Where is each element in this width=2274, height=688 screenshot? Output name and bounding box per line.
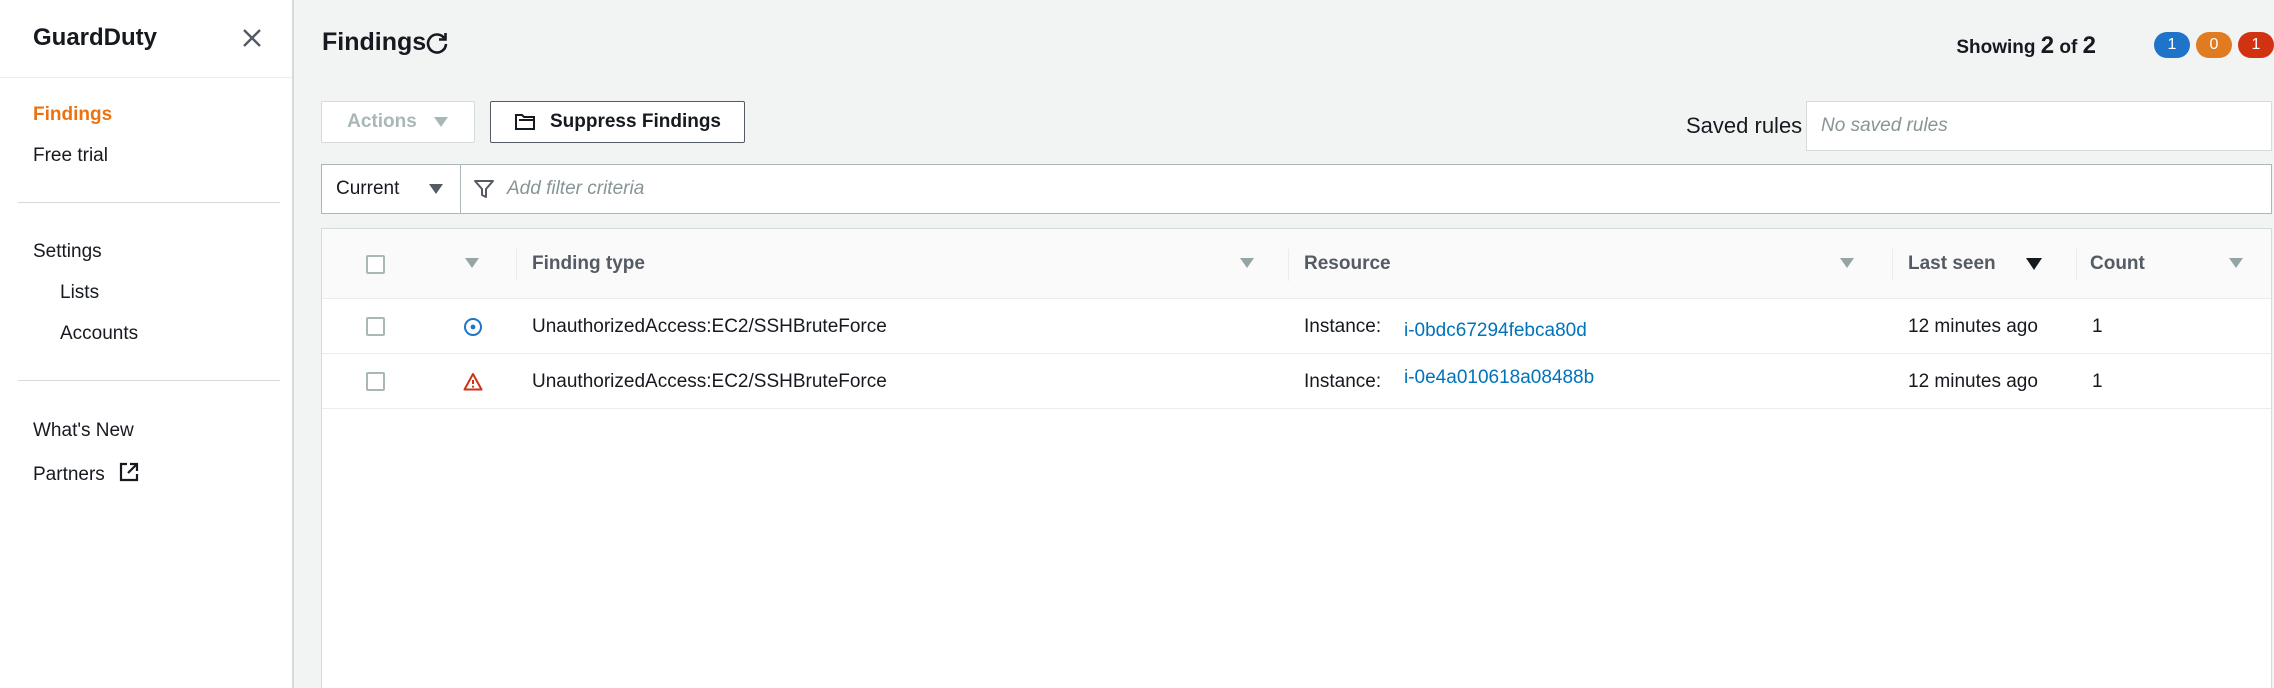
column-finding-type[interactable]: Finding type bbox=[532, 229, 645, 299]
table-row[interactable]: UnauthorizedAccess:EC2/SSHBruteForce Ins… bbox=[322, 299, 2271, 354]
sidebar-item-settings[interactable]: Settings bbox=[33, 241, 102, 263]
sidebar-item-findings[interactable]: Findings bbox=[33, 104, 112, 126]
count: 1 bbox=[2092, 370, 2103, 392]
caret-down-icon bbox=[433, 117, 448, 127]
column-resource[interactable]: Resource bbox=[1304, 229, 1391, 299]
sidebar-item-whats-new[interactable]: What's New bbox=[33, 420, 134, 442]
sidebar-divider bbox=[18, 202, 280, 203]
sidebar-header: GuardDuty bbox=[0, 0, 292, 78]
close-icon[interactable] bbox=[238, 24, 266, 52]
sidebar-item-partners[interactable]: Partners bbox=[33, 461, 140, 486]
page-title: Findings bbox=[322, 28, 427, 56]
resource-prefix: Instance: bbox=[1304, 315, 1382, 337]
row-checkbox[interactable] bbox=[366, 317, 385, 336]
saved-rules-label: Saved rules bbox=[1686, 113, 1803, 138]
last-seen: 12 minutes ago bbox=[1908, 370, 2038, 392]
count: 1 bbox=[2092, 315, 2103, 337]
finding-type[interactable]: UnauthorizedAccess:EC2/SSHBruteForce bbox=[532, 299, 887, 354]
select-all-checkbox[interactable] bbox=[366, 255, 385, 274]
last-seen: 12 minutes ago bbox=[1908, 315, 2038, 337]
last-seen-sort-desc-icon[interactable] bbox=[2026, 258, 2042, 270]
resource-prefix: Instance: bbox=[1304, 370, 1382, 392]
sidebar-item-lists[interactable]: Lists bbox=[60, 282, 99, 304]
filter-bar: Current Add filter criteria bbox=[321, 164, 2272, 214]
actions-button[interactable]: Actions bbox=[321, 101, 475, 143]
severity-badge-high[interactable]: 1 bbox=[2238, 32, 2274, 58]
refresh-icon[interactable] bbox=[424, 30, 450, 56]
resource-instance-link[interactable]: i-0e4a010618a08488b bbox=[1404, 350, 1594, 405]
sidebar-item-accounts[interactable]: Accounts bbox=[60, 323, 138, 345]
sidebar-item-free-trial[interactable]: Free trial bbox=[33, 145, 108, 167]
finding-type[interactable]: UnauthorizedAccess:EC2/SSHBruteForce bbox=[532, 354, 887, 409]
column-last-seen[interactable]: Last seen bbox=[1908, 229, 1996, 299]
resource-sort-icon[interactable] bbox=[1840, 258, 1854, 268]
severity-badge-medium[interactable]: 0 bbox=[2196, 32, 2232, 58]
sidebar-divider bbox=[18, 380, 280, 381]
row-checkbox[interactable] bbox=[366, 372, 385, 391]
saved-rules-select[interactable]: No saved rules bbox=[1806, 101, 2272, 151]
side-navigation: GuardDuty Findings Free trial Settings L… bbox=[0, 0, 294, 688]
filter-criteria-input[interactable]: Add filter criteria bbox=[461, 165, 2271, 213]
column-count[interactable]: Count bbox=[2090, 229, 2145, 299]
caret-down-icon bbox=[429, 184, 443, 194]
severity-badge-low[interactable]: 1 bbox=[2154, 32, 2190, 58]
findings-scope-select[interactable]: Current bbox=[322, 165, 461, 213]
main-content: Findings Showing 2 of 2 1 0 1 Actions Su… bbox=[296, 0, 2274, 688]
table-header: Finding type Resource Last seen Count bbox=[322, 229, 2271, 299]
filter-icon bbox=[474, 180, 494, 198]
severity-sort-icon[interactable] bbox=[465, 258, 479, 268]
count-sort-icon[interactable] bbox=[2229, 258, 2243, 268]
folder-icon bbox=[514, 114, 535, 130]
results-count: Showing 2 of 2 bbox=[1956, 32, 2096, 59]
service-title: GuardDuty bbox=[33, 24, 158, 51]
severity-high-icon bbox=[463, 372, 483, 390]
findings-table: Finding type Resource Last seen Count Un… bbox=[321, 228, 2272, 688]
table-row[interactable]: UnauthorizedAccess:EC2/SSHBruteForce Ins… bbox=[322, 354, 2271, 409]
finding-type-sort-icon[interactable] bbox=[1240, 258, 1254, 268]
external-link-icon bbox=[119, 462, 139, 482]
severity-low-icon bbox=[464, 317, 482, 336]
sidebar-item-label: Partners bbox=[33, 464, 105, 485]
suppress-findings-button[interactable]: Suppress Findings bbox=[490, 101, 745, 143]
